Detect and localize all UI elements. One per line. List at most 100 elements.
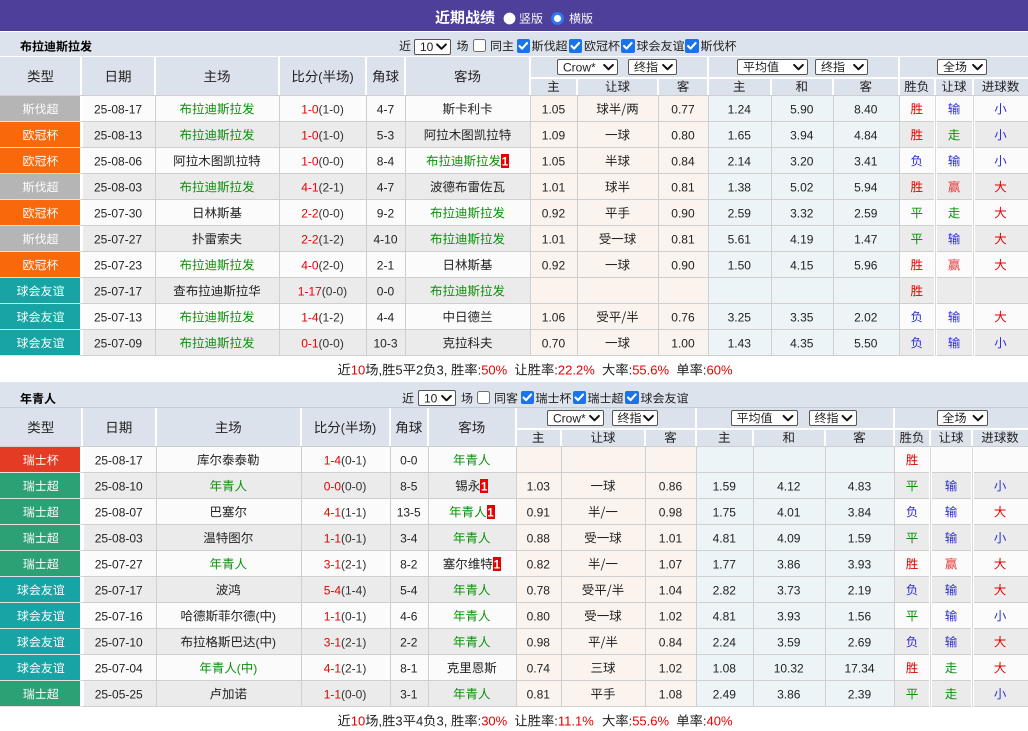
svg-text:60%: 60% [707,363,733,378]
svg-text:10: 10 [351,714,365,729]
svg-text:1.03: 1.03 [527,479,551,493]
svg-text:5.90: 5.90 [790,102,814,116]
svg-text:1.50: 1.50 [728,258,752,272]
svg-text:1.38: 1.38 [728,180,752,194]
svg-text:4-4: 4-4 [377,310,395,324]
svg-text:10: 10 [420,40,434,54]
svg-text:(0-0): (0-0) [341,479,366,493]
svg-text:3: 3 [395,714,402,729]
svg-text:0.76: 0.76 [671,310,695,324]
svg-text:2.39: 2.39 [848,687,872,701]
svg-text:0.98: 0.98 [659,505,683,519]
svg-text:1-0: 1-0 [301,154,319,168]
svg-text:0.92: 0.92 [542,206,566,220]
svg-text:): ) [350,70,354,84]
svg-text:1.24: 1.24 [728,102,752,116]
svg-text:0.84: 0.84 [659,635,683,649]
svg-text:25-07-17: 25-07-17 [94,284,142,298]
svg-text:1: 1 [494,560,501,572]
svg-text:1.77: 1.77 [713,557,737,571]
svg-text:): ) [372,421,376,435]
svg-text:1.00: 1.00 [671,336,695,350]
svg-text:3.73: 3.73 [777,583,801,597]
svg-text:0.70: 0.70 [542,336,566,350]
svg-text:10: 10 [424,391,438,405]
svg-text:3-1: 3-1 [324,635,342,649]
svg-text:4-10: 4-10 [374,232,398,246]
svg-text:0.98: 0.98 [527,635,551,649]
svg-text:1.02: 1.02 [659,609,683,623]
svg-text:25-08-13: 25-08-13 [94,128,142,142]
svg-text:40%: 40% [707,714,733,729]
svg-text:1-1: 1-1 [324,609,342,623]
svg-text:4-1: 4-1 [301,180,319,194]
svg-text:1.06: 1.06 [542,310,566,324]
svg-text:5.50: 5.50 [854,336,878,350]
svg-text:4-1: 4-1 [324,505,342,519]
svg-text:0-0: 0-0 [324,479,342,493]
svg-text:1-17: 1-17 [298,284,322,298]
svg-text:2.69: 2.69 [848,635,872,649]
svg-text:3.93: 3.93 [777,609,801,623]
svg-text:0.81: 0.81 [671,180,695,194]
svg-text:3-1: 3-1 [324,557,342,571]
svg-text:(1-2): (1-2) [319,310,344,324]
svg-text:22.2%: 22.2% [558,363,595,378]
svg-text:8-2: 8-2 [400,557,418,571]
svg-text:2.24: 2.24 [713,635,737,649]
svg-text:3-1: 3-1 [400,687,418,701]
svg-text:0.84: 0.84 [671,154,695,168]
svg-text:5: 5 [395,363,402,378]
svg-text:3.86: 3.86 [777,557,801,571]
svg-text:0.92: 0.92 [542,258,566,272]
svg-text:3.35: 3.35 [790,310,814,324]
svg-text:(2-0): (2-0) [319,258,344,272]
svg-text:(0-0): (0-0) [319,206,344,220]
svg-text:1.01: 1.01 [542,180,566,194]
svg-text:1.01: 1.01 [659,531,683,545]
svg-text:(: ( [341,421,346,435]
svg-text:0.82: 0.82 [527,557,551,571]
svg-text:4: 4 [416,714,423,729]
svg-text:10.32: 10.32 [774,661,804,675]
svg-text:0.90: 0.90 [671,206,695,220]
svg-text:Crow*: Crow* [563,60,596,74]
svg-text:1.08: 1.08 [659,687,683,701]
svg-text:3,: 3, [437,714,448,729]
svg-text:5.96: 5.96 [854,258,878,272]
svg-text:3.93: 3.93 [848,557,872,571]
svg-text:0.81: 0.81 [671,232,695,246]
svg-text:25-05-25: 25-05-25 [95,687,143,701]
svg-text:0.81: 0.81 [527,687,551,701]
svg-text:30%: 30% [481,714,507,729]
svg-text:1.09: 1.09 [542,128,566,142]
svg-text:(0-0): (0-0) [319,336,344,350]
svg-text:0.90: 0.90 [671,258,695,272]
svg-text:2.59: 2.59 [728,206,752,220]
svg-text:0.91: 0.91 [527,505,551,519]
svg-text:10-3: 10-3 [374,336,398,350]
svg-text:10: 10 [351,363,365,378]
svg-text:4.35: 4.35 [790,336,814,350]
svg-text:11.1%: 11.1% [558,714,594,729]
svg-text:2-2: 2-2 [400,635,418,649]
svg-text:4.12: 4.12 [777,479,801,493]
svg-text:(: ( [318,70,323,84]
svg-text:0.80: 0.80 [527,609,551,623]
svg-text:25-07-16: 25-07-16 [95,609,143,623]
svg-text:25-08-06: 25-08-06 [94,154,142,168]
svg-text:2.82: 2.82 [713,583,737,597]
svg-text:3.94: 3.94 [790,128,814,142]
svg-text:1.08: 1.08 [713,661,737,675]
svg-text:(0-1): (0-1) [341,609,366,623]
svg-text:55.6%: 55.6% [632,363,669,378]
svg-text:3.41: 3.41 [854,154,878,168]
svg-text:2: 2 [416,363,423,378]
svg-text:25-07-23: 25-07-23 [94,258,142,272]
svg-text:1-4: 1-4 [301,310,319,324]
svg-text:,: , [379,363,383,378]
svg-text:3-4: 3-4 [400,531,418,545]
svg-text:): ) [272,635,276,649]
svg-text:25-07-09: 25-07-09 [94,336,142,350]
svg-text:1-0: 1-0 [301,102,319,116]
